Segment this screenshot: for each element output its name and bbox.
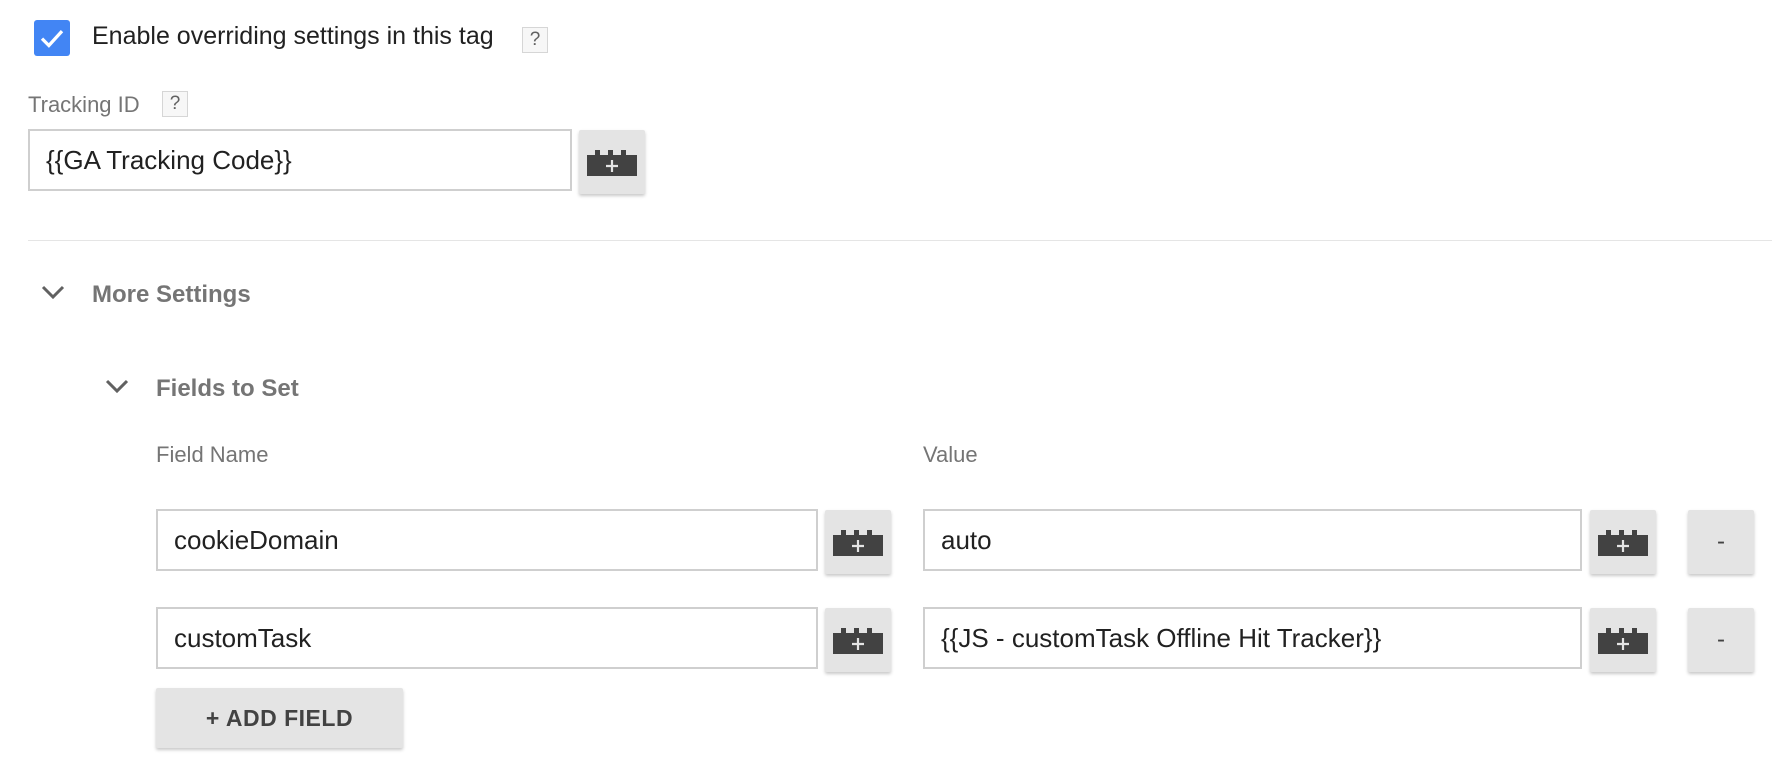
override-checkbox[interactable] — [34, 20, 70, 56]
chevron-down-icon — [105, 379, 129, 394]
more-settings-chevron[interactable] — [40, 283, 66, 306]
section-divider — [28, 240, 1772, 241]
tracking-id-help-icon[interactable]: ? — [162, 91, 188, 117]
variable-brick-icon — [1598, 628, 1648, 654]
fields-to-set-title[interactable]: Fields to Set — [156, 375, 299, 403]
field-name-input[interactable]: cookieDomain — [156, 509, 818, 571]
add-field-button[interactable]: + ADD FIELD — [156, 688, 403, 748]
chevron-down-icon — [41, 285, 65, 300]
override-label: Enable overriding settings in this tag — [92, 22, 494, 50]
field-name-input[interactable]: customTask — [156, 607, 818, 669]
variable-brick-icon — [587, 150, 637, 176]
field-name-column-label: Field Name — [156, 442, 269, 467]
field-name-variable-button[interactable] — [825, 608, 891, 672]
more-settings-title[interactable]: More Settings — [92, 281, 251, 309]
variable-brick-icon — [833, 628, 883, 654]
variable-brick-icon — [1598, 530, 1648, 556]
tracking-id-label: Tracking ID — [28, 92, 140, 117]
field-value-input[interactable]: auto — [923, 509, 1582, 571]
variable-brick-icon — [833, 530, 883, 556]
remove-field-button[interactable]: - — [1688, 510, 1754, 574]
field-value-variable-button[interactable] — [1590, 510, 1656, 574]
fields-to-set-chevron[interactable] — [104, 377, 130, 400]
tracking-id-variable-button[interactable] — [579, 130, 645, 194]
field-value-input[interactable]: {{JS - customTask Offline Hit Tracker}} — [923, 607, 1582, 669]
override-help-icon[interactable]: ? — [522, 27, 548, 53]
value-column-label: Value — [923, 442, 978, 467]
remove-field-button[interactable]: - — [1688, 608, 1754, 672]
field-value-variable-button[interactable] — [1590, 608, 1656, 672]
checkmark-icon — [40, 30, 64, 48]
field-name-variable-button[interactable] — [825, 510, 891, 574]
tracking-id-input[interactable]: {{GA Tracking Code}} — [28, 129, 572, 191]
